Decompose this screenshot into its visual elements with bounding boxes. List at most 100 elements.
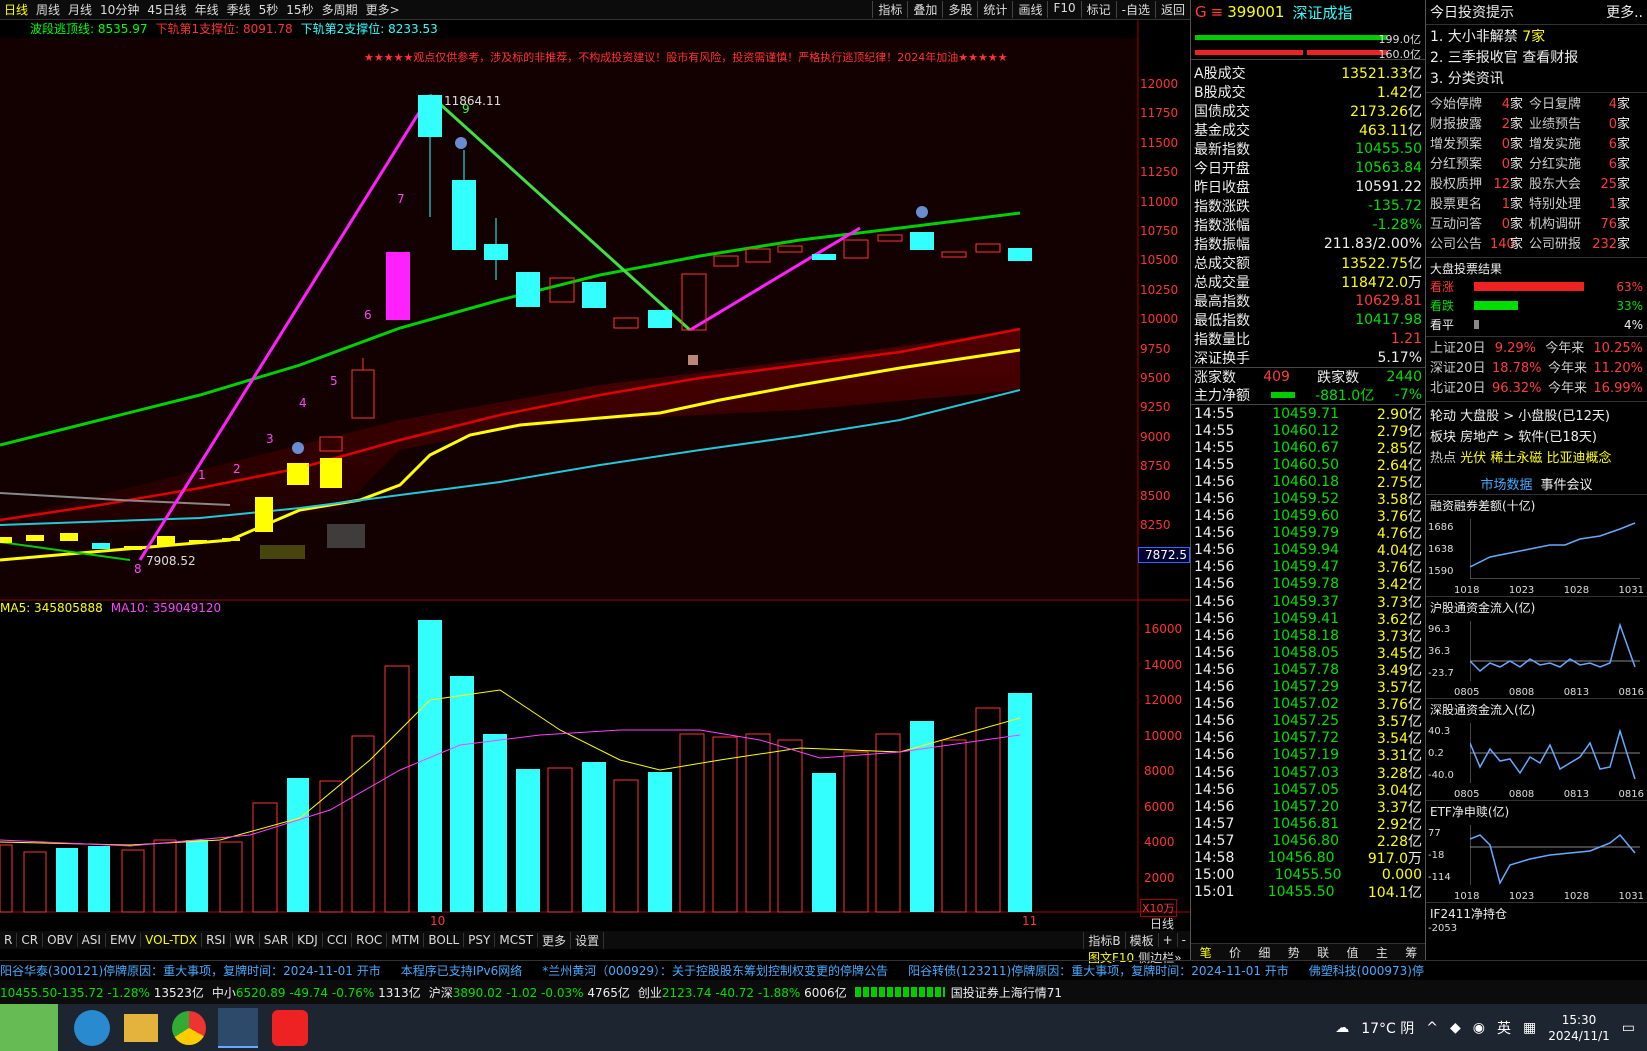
index-item[interactable]: 10455.50-135.72 -1.28% 13523亿: [0, 984, 204, 1001]
news-item[interactable]: 佛塑科技(000973)停: [1309, 962, 1424, 979]
tab-indicator-mtm[interactable]: MTM: [387, 933, 425, 947]
tip-item[interactable]: 3. 分类资讯: [1430, 69, 1643, 90]
quote-tab-chips[interactable]: 筹: [1405, 944, 1417, 960]
tab-indicator-cr[interactable]: CR: [17, 933, 44, 947]
tick-row: 14:55 10459.71 2.90亿: [1194, 405, 1422, 423]
tab-indicator-rsi[interactable]: RSI: [202, 933, 231, 947]
hot-topic[interactable]: 光伏: [1460, 451, 1486, 466]
quote-tab-link[interactable]: 联: [1317, 944, 1329, 960]
hot-topic[interactable]: 比亚迪概念: [1546, 451, 1611, 466]
ime-label[interactable]: 英: [1497, 1018, 1511, 1038]
tab-indicator-more[interactable]: 更多: [538, 931, 572, 949]
tab-period-2[interactable]: 月线: [64, 1, 96, 18]
tip-item[interactable]: 1. 大小非解禁 7家: [1430, 27, 1643, 48]
clock[interactable]: 15:30 2024/11/1: [1548, 1012, 1610, 1044]
chevron-up-icon[interactable]: ^: [1426, 1020, 1438, 1036]
indicator-support-2: 下轨第2支撑位: 8233.53: [300, 22, 438, 36]
tab-indicator-r[interactable]: R: [0, 933, 18, 947]
zoom-in-button[interactable]: +: [1157, 933, 1177, 947]
index-item[interactable]: 中小6520.89 -49.74 -0.76% 1313亿: [212, 984, 421, 1001]
news-item[interactable]: 阳谷华泰(300121)停牌原因：重大事项，复牌时间：2024-11-01 开市: [0, 962, 381, 979]
tab-period-5[interactable]: 年线: [191, 1, 223, 18]
broker-app-icon[interactable]: [272, 1009, 308, 1046]
news-item[interactable]: *兰州黄河（000929）：关于控股股东筹划控制权变更的停牌公告: [542, 962, 888, 979]
tips-more-link[interactable]: 更多..: [1606, 2, 1643, 22]
news-item[interactable]: 阳谷转债(123211)停牌原因：重大事项，复牌时间：2024-11-01 开市: [908, 962, 1289, 979]
tab-market-data[interactable]: 市场数据: [1480, 474, 1532, 493]
tab-events[interactable]: 事件会议: [1541, 474, 1593, 493]
folder-icon[interactable]: [124, 1013, 158, 1042]
weather-text[interactable]: 17°C 阴: [1361, 1018, 1414, 1038]
tab-period-4[interactable]: 45日线: [143, 1, 190, 18]
tip-item[interactable]: 2. 三季报收官 查看财报: [1430, 48, 1643, 69]
tick-row: 14:56 10457.03 3.28亿: [1194, 764, 1422, 782]
tool-stats-button[interactable]: 统计: [977, 1, 1012, 18]
tab-period-0[interactable]: 日线: [0, 1, 32, 18]
hot-topic[interactable]: 稀土永磁: [1490, 451, 1542, 466]
volume-tick: 6000: [1144, 799, 1175, 814]
tab-indicator-wr[interactable]: WR: [231, 933, 260, 947]
tab-indicator-sar[interactable]: SAR: [260, 933, 294, 947]
quote-row: 最新指数 10455.50: [1194, 140, 1422, 158]
start-icon[interactable]: [0, 1004, 58, 1051]
tab-period-9[interactable]: 多周期: [318, 1, 362, 18]
tab-indicator-roc[interactable]: ROC: [352, 933, 388, 947]
tool-draw-button[interactable]: 画线: [1012, 1, 1047, 18]
tab-period-10[interactable]: 更多>: [362, 1, 404, 18]
quote-tab-price[interactable]: 价: [1229, 944, 1241, 960]
index-item[interactable]: 沪深3890.02 -1.02 -0.03% 4765亿: [429, 984, 630, 1001]
period-label: 日线: [1150, 917, 1175, 931]
tab-indicator-mcst[interactable]: MCST: [495, 933, 539, 947]
tab-period-6[interactable]: 季线: [223, 1, 255, 18]
tab-period-7[interactable]: 5秒: [255, 1, 283, 18]
tdx-app-icon[interactable]: [218, 1007, 258, 1048]
volume-tick: 14000: [1144, 657, 1183, 672]
tab-indicator-vol[interactable]: VOL-TDX: [141, 933, 203, 947]
kline-chart[interactable]: 波段逃顶线: 8535.97 下轨第1支撑位: 8091.78 下轨第2支撑位:…: [0, 20, 1190, 931]
volume-icon[interactable]: ◉: [1473, 1020, 1485, 1036]
quote-tab-trend[interactable]: 势: [1288, 944, 1300, 960]
tool-mark-button[interactable]: 标记: [1080, 1, 1116, 18]
network-icon[interactable]: ◆: [1450, 1020, 1461, 1036]
tool-watchlist-button[interactable]: -自选: [1115, 1, 1155, 18]
wave-count: 9: [462, 102, 470, 116]
quote-tab-main[interactable]: 主: [1376, 944, 1388, 960]
zoom-out-button[interactable]: -: [1176, 933, 1190, 947]
tab-period-8[interactable]: 15秒: [282, 1, 317, 18]
tab-indicator-psy[interactable]: PSY: [464, 933, 496, 947]
tool-multi-button[interactable]: 多股: [942, 1, 977, 18]
price-tick: 9500: [1140, 371, 1171, 386]
tick-row: 14:56 10459.37 3.73亿: [1194, 593, 1422, 611]
tab-indicator-settings[interactable]: 设置: [571, 931, 605, 949]
keyboard-icon[interactable]: ▦: [1523, 1020, 1536, 1036]
tab-period-1[interactable]: 周线: [32, 1, 64, 18]
tool-indicator-button[interactable]: 指标: [872, 1, 907, 18]
quote-tab-value[interactable]: 值: [1347, 944, 1359, 960]
tab-indicator-obv[interactable]: OBV: [43, 933, 78, 947]
template-button[interactable]: 模板: [1124, 931, 1158, 949]
quote-row: 指数涨幅 -1.28%: [1194, 216, 1422, 234]
tab-indicator-cci[interactable]: CCI: [323, 933, 353, 947]
menu-icon[interactable]: ≡: [1211, 3, 1224, 21]
tool-overlay-button[interactable]: 叠加: [907, 1, 942, 18]
tool-back-button[interactable]: 返回: [1154, 1, 1190, 18]
index-item[interactable]: 创业2123.74 -40.72 -1.88% 6006亿: [638, 984, 847, 1001]
tab-indicator-emv[interactable]: EMV: [106, 933, 142, 947]
notification-icon[interactable]: ▭: [1622, 1020, 1635, 1036]
chrome-icon[interactable]: [172, 1010, 206, 1045]
bar-value-1: 199.0亿: [1378, 33, 1422, 46]
tab-indicator-asi[interactable]: ASI: [78, 933, 106, 947]
index-bar: 10455.50-135.72 -1.28% 13523亿 中小6520.89 …: [0, 980, 1647, 1004]
tab-period-3[interactable]: 10分钟: [96, 1, 143, 18]
edge-icon[interactable]: [74, 1009, 110, 1046]
stat-row: 公司公告 140 家公司研报 232 家: [1430, 237, 1631, 252]
quote-tab-detail[interactable]: 细: [1258, 944, 1270, 960]
news-item[interactable]: 本程序已支持IPv6网络: [401, 962, 523, 979]
tab-indicator-boll[interactable]: BOLL: [424, 933, 465, 947]
tab-indicator-kdj[interactable]: KDJ: [293, 933, 323, 947]
price-tick: 9250: [1140, 400, 1171, 415]
quote-tab-trades[interactable]: 笔: [1200, 944, 1212, 960]
perf-row: 北证20日 96.32% 今年来 16.99%: [1430, 381, 1643, 396]
tool-f10-button[interactable]: F10: [1047, 1, 1080, 18]
indicator-b-button[interactable]: 指标B: [1083, 931, 1124, 949]
